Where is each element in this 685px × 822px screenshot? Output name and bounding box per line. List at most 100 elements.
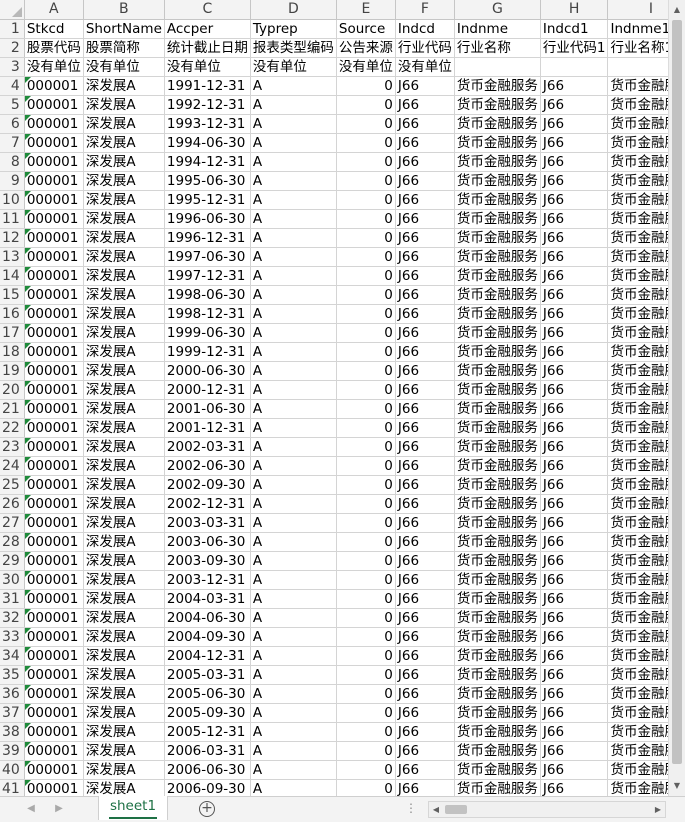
cell[interactable]: J66 (540, 228, 609, 248)
cell[interactable]: J66 (395, 494, 455, 514)
cell[interactable]: 货币金融服务 (454, 133, 541, 153)
cell[interactable]: 0 (336, 418, 396, 438)
cell[interactable]: A (250, 741, 337, 761)
cell[interactable]: 深发展A (83, 418, 165, 438)
cell[interactable]: 000001 (24, 532, 84, 552)
row-header[interactable]: 38 (0, 722, 25, 742)
row-header[interactable]: 24 (0, 456, 25, 476)
cell[interactable]: 0 (336, 171, 396, 191)
cell[interactable]: 000001 (24, 684, 84, 704)
cell[interactable]: 000001 (24, 133, 84, 153)
column-header[interactable]: B (83, 0, 165, 20)
cell[interactable] (607, 57, 668, 77)
cell[interactable]: 000001 (24, 779, 84, 796)
cell[interactable]: 2002-03-31 (164, 437, 251, 457)
cell[interactable]: 货币金融服务 (607, 304, 668, 324)
horizontal-scroll-thumb[interactable] (445, 805, 467, 814)
cell[interactable]: 货币金融服务 (454, 266, 541, 286)
cell[interactable]: A (250, 190, 337, 210)
cell[interactable]: J66 (540, 684, 609, 704)
cell[interactable]: 000001 (24, 722, 84, 742)
cell[interactable]: 股票代码 (24, 38, 84, 58)
cell[interactable]: 货币金融服务 (607, 665, 668, 685)
cell[interactable]: 000001 (24, 589, 84, 609)
cell[interactable]: 货币金融服务 (607, 551, 668, 571)
cell[interactable]: 1999-12-31 (164, 342, 251, 362)
cell[interactable]: 没有单位 (336, 57, 396, 77)
cell[interactable]: J66 (540, 76, 609, 96)
cell[interactable]: A (250, 551, 337, 571)
ellipsis-icon[interactable]: ⋮ (405, 801, 417, 815)
cell[interactable]: 货币金融服务 (454, 779, 541, 796)
cell[interactable]: 货币金融服务 (607, 247, 668, 267)
cell[interactable]: 2005-09-30 (164, 703, 251, 723)
cell[interactable]: 货币金融服务 (454, 209, 541, 229)
cell[interactable]: J66 (395, 323, 455, 343)
cell[interactable]: 货币金融服务 (607, 475, 668, 495)
cell-table[interactable]: A B C D E F G H I 1 Stkcd ShortName Accp… (0, 0, 668, 796)
cell[interactable]: 行业代码 (395, 38, 455, 58)
column-header[interactable]: I (607, 0, 668, 20)
cell[interactable]: 2003-09-30 (164, 551, 251, 571)
cell[interactable]: 货币金融服务 (607, 380, 668, 400)
cell[interactable]: 货币金融服务 (454, 228, 541, 248)
cell[interactable]: J66 (540, 171, 609, 191)
cell[interactable]: J66 (395, 95, 455, 115)
cell[interactable]: 000001 (24, 418, 84, 438)
cell[interactable]: 货币金融服务 (607, 228, 668, 248)
cell[interactable]: 000001 (24, 475, 84, 495)
cell[interactable]: 1995-12-31 (164, 190, 251, 210)
cell[interactable]: 货币金融服务 (607, 627, 668, 647)
cell[interactable]: 000001 (24, 665, 84, 685)
cell[interactable]: J66 (395, 684, 455, 704)
cell[interactable]: J66 (395, 342, 455, 362)
cell[interactable]: J66 (540, 399, 609, 419)
cell[interactable]: 深发展A (83, 570, 165, 590)
cell[interactable]: 统计截止日期 (164, 38, 251, 58)
row-header[interactable]: 9 (0, 171, 25, 191)
row-header[interactable]: 8 (0, 152, 25, 172)
cell[interactable]: 0 (336, 513, 396, 533)
cell[interactable]: 货币金融服务 (454, 247, 541, 267)
cell[interactable]: 0 (336, 551, 396, 571)
cell[interactable]: J66 (540, 551, 609, 571)
cell[interactable]: 货币金融服务 (607, 532, 668, 552)
cell[interactable]: 货币金融服务 (607, 589, 668, 609)
cell[interactable]: 2006-09-30 (164, 779, 251, 796)
column-header[interactable]: D (250, 0, 337, 20)
cell[interactable]: J66 (395, 703, 455, 723)
cell[interactable]: 2002-06-30 (164, 456, 251, 476)
cell[interactable]: 货币金融服务 (454, 646, 541, 666)
cell[interactable]: 000001 (24, 760, 84, 780)
cell[interactable]: 货币金融服务 (607, 703, 668, 723)
cell[interactable]: 货币金融服务 (454, 323, 541, 343)
cell[interactable]: J66 (540, 266, 609, 286)
cell[interactable]: 深发展A (83, 513, 165, 533)
cell[interactable]: 0 (336, 760, 396, 780)
cell[interactable]: 货币金融服务 (607, 437, 668, 457)
cell[interactable]: 货币金融服务 (454, 437, 541, 457)
cell[interactable]: 货币金融服务 (607, 418, 668, 438)
cell[interactable]: J66 (540, 722, 609, 742)
cell[interactable]: A (250, 627, 337, 647)
cell[interactable]: 0 (336, 95, 396, 115)
row-header[interactable]: 11 (0, 209, 25, 229)
cell[interactable]: 2003-12-31 (164, 570, 251, 590)
cell[interactable]: 深发展A (83, 247, 165, 267)
cell[interactable]: 000001 (24, 76, 84, 96)
cell[interactable]: 1994-12-31 (164, 152, 251, 172)
row-header[interactable]: 19 (0, 361, 25, 381)
row-header[interactable]: 20 (0, 380, 25, 400)
cell[interactable]: 深发展A (83, 266, 165, 286)
cell[interactable]: 货币金融服务 (607, 209, 668, 229)
cell[interactable]: 1991-12-31 (164, 76, 251, 96)
cell[interactable] (454, 57, 541, 77)
cell[interactable]: 2002-12-31 (164, 494, 251, 514)
cell[interactable]: A (250, 247, 337, 267)
cell[interactable]: J66 (540, 247, 609, 267)
cell[interactable]: 000001 (24, 551, 84, 571)
cell[interactable]: J66 (395, 209, 455, 229)
cell[interactable]: Indnme1 (607, 19, 668, 39)
cell[interactable]: 1996-06-30 (164, 209, 251, 229)
cell[interactable]: 货币金融服务 (607, 741, 668, 761)
